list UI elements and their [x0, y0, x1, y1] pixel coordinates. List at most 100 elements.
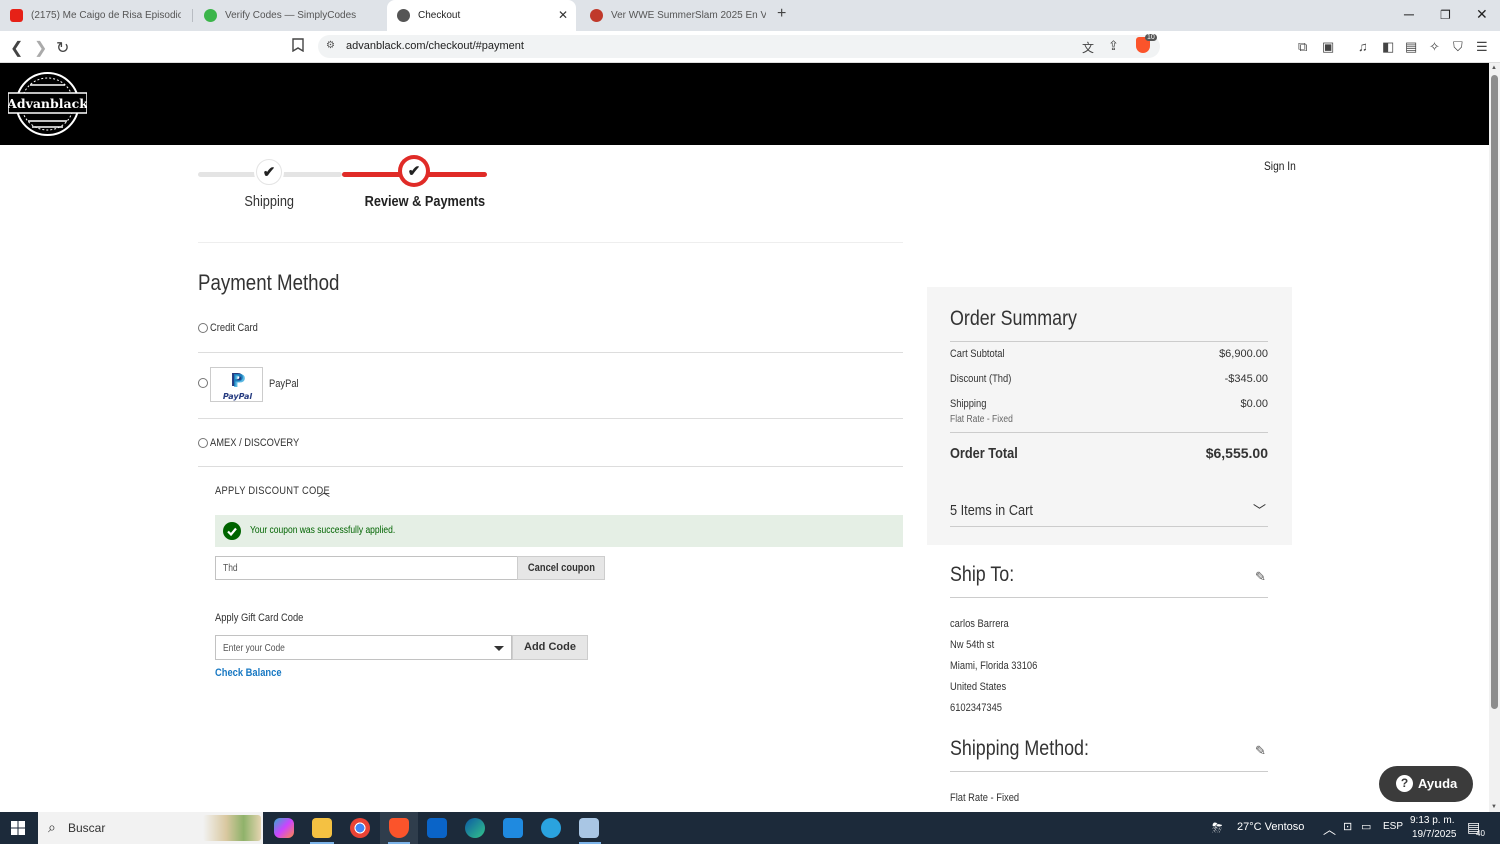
step-shipping-circle: ✔ — [254, 157, 284, 187]
sign-in-link[interactable]: Sign In — [1264, 159, 1296, 173]
windows-taskbar: ⌕ Buscar ⛈ 27°C Ventoso ︿ ⊡ ▭ ESP 9:13 p… — [0, 812, 1500, 844]
minimize-icon[interactable]: ─ — [1404, 6, 1414, 22]
paypal-logo: P P PayPal — [210, 367, 263, 402]
copilot-icon[interactable] — [274, 818, 294, 838]
scroll-down-icon[interactable]: ▼ — [1491, 804, 1497, 810]
tab-checkout[interactable]: Checkout ✕ — [387, 0, 576, 31]
tab-wwe[interactable]: Ver WWE SummerSlam 2025 En Vivo — [580, 0, 770, 31]
site-settings-icon[interactable]: ⚙ — [326, 40, 335, 51]
file-explorer-icon[interactable] — [312, 818, 332, 838]
order-total-label: Order Total — [950, 445, 1018, 462]
divider — [950, 341, 1268, 342]
vpn-icon[interactable]: ⛉ — [1453, 39, 1463, 55]
search-highlight-image — [203, 815, 261, 841]
apply-discount-toggle[interactable]: APPLY DISCOUNT CODE ︿ — [215, 485, 350, 499]
order-summary-title: Order Summary — [950, 307, 1077, 330]
tab-simplycodes[interactable]: Verify Codes — SimplyCodes — [194, 0, 384, 31]
page-scrollbar[interactable]: ▲ ▼ — [1489, 63, 1500, 812]
telegram-icon[interactable] — [541, 818, 561, 838]
translate-icon[interactable]: 文 — [1082, 39, 1094, 56]
add-code-button[interactable]: Add Code — [512, 635, 588, 660]
store-icon[interactable] — [503, 818, 523, 838]
divider — [198, 352, 903, 353]
add-code-label: Add Code — [524, 641, 576, 653]
amex-radio[interactable] — [198, 438, 208, 448]
chevron-up-icon: ︿ — [318, 485, 331, 499]
new-tab-icon[interactable]: + — [777, 5, 786, 23]
cancel-coupon-button[interactable]: Cancel coupon — [517, 556, 605, 580]
network-icon[interactable]: ⊡ — [1343, 820, 1352, 833]
brave-icon[interactable] — [389, 818, 409, 838]
items-in-cart-toggle[interactable]: 5 Items in Cart ﹀ — [950, 500, 1268, 526]
forward-icon[interactable]: ❯ — [34, 38, 47, 58]
weather-text[interactable]: 27°C Ventoso — [1237, 821, 1304, 833]
ship-to-title: Ship To: — [950, 563, 1015, 586]
address-bar-row: ❮ ❯ ↻ ⚙ advanblack.com/checkout/#payment… — [0, 31, 1500, 63]
browser-tab-strip: (2175) Me Caigo de Risa Episodio 3 Te Ve… — [0, 0, 1500, 31]
divider — [198, 418, 903, 419]
paypal-radio[interactable] — [198, 378, 208, 388]
outlook-icon[interactable] — [427, 818, 447, 838]
url-text[interactable]: advanblack.com/checkout/#payment — [346, 40, 524, 52]
youtube-icon — [10, 9, 23, 22]
window-close-icon[interactable]: ✕ — [1476, 6, 1488, 23]
help-button[interactable]: ? Ayuda — [1379, 766, 1473, 802]
gift-card-code-input[interactable]: Enter your Code — [215, 635, 512, 660]
windows-start-icon[interactable] — [11, 821, 25, 835]
scrollbar-thumb[interactable] — [1491, 75, 1498, 709]
sidebar-icon[interactable]: ◧ — [1382, 39, 1394, 55]
notes-app-icon[interactable] — [579, 818, 599, 838]
paypal-label[interactable]: PayPal — [269, 378, 299, 390]
menu-icon[interactable]: ☰ — [1476, 39, 1488, 55]
checkmark-icon: ✔ — [402, 159, 426, 183]
reload-icon[interactable]: ↻ — [56, 38, 69, 58]
back-icon[interactable]: ❮ — [10, 38, 23, 58]
edit-pencil-icon[interactable]: ✎ — [1255, 569, 1266, 585]
chevron-down-icon: ﹀ — [1252, 503, 1266, 518]
share-icon[interactable]: ⇪ — [1108, 38, 1119, 54]
display-icon[interactable]: ▭ — [1361, 820, 1371, 833]
edit-pencil-icon[interactable]: ✎ — [1255, 743, 1266, 759]
shipping-value: $0.00 — [1240, 398, 1268, 410]
chrome-icon[interactable] — [350, 818, 370, 838]
screenshot-icon[interactable]: ▣ — [1322, 39, 1334, 55]
bookmark-icon[interactable] — [292, 38, 304, 55]
credit-card-radio[interactable] — [198, 323, 208, 333]
step-label-shipping[interactable]: Shipping — [244, 193, 294, 210]
wallet-icon[interactable]: ▤ — [1405, 39, 1417, 55]
language-indicator[interactable]: ESP — [1383, 821, 1403, 832]
clock-time[interactable]: 9:13 p. m. — [1410, 815, 1454, 826]
clock-date[interactable]: 19/7/2025 — [1412, 829, 1457, 840]
svg-text:Advanblack: Advanblack — [8, 96, 87, 111]
step-review-circle: ✔ — [398, 155, 430, 187]
site-icon — [397, 9, 410, 22]
close-tab-icon[interactable]: ✕ — [558, 8, 568, 22]
gift-card-placeholder: Enter your Code — [223, 643, 285, 654]
ship-to-name: carlos Barrera — [950, 618, 1009, 630]
success-text: Your coupon was successfully applied. — [250, 525, 396, 536]
simplycodes-icon — [204, 9, 217, 22]
taskbar-search[interactable]: ⌕ Buscar — [38, 812, 263, 844]
ship-to-country: United States — [950, 681, 1007, 693]
tab-youtube[interactable]: (2175) Me Caigo de Risa Episodio 3 Te — [0, 0, 190, 31]
extensions-icon[interactable]: ⧉ — [1298, 39, 1307, 55]
credit-card-label[interactable]: Credit Card — [210, 322, 258, 334]
music-icon[interactable]: ♫ — [1358, 39, 1368, 54]
dropdown-caret-icon[interactable] — [494, 646, 504, 651]
site-header: Advanblack — [0, 63, 1489, 145]
check-balance-link[interactable]: Check Balance — [215, 667, 282, 679]
ship-to-phone[interactable]: 6102347345 — [950, 702, 1002, 714]
wwe-icon — [590, 9, 603, 22]
chevron-up-icon[interactable]: ︿ — [1323, 819, 1336, 838]
url-bar[interactable]: ⚙ advanblack.com/checkout/#payment 文 ⇪ 1… — [318, 34, 1160, 58]
amex-label[interactable]: AMEX / DISCOVERY — [210, 437, 299, 449]
discount-code-input[interactable]: Thd — [215, 556, 518, 580]
leo-ai-icon[interactable]: ✧ — [1429, 39, 1440, 55]
weather-icon[interactable]: ⛈ — [1212, 820, 1222, 836]
restore-icon[interactable]: ❐ — [1440, 8, 1451, 22]
advanblack-logo[interactable]: Advanblack — [8, 71, 87, 137]
scroll-up-icon[interactable]: ▲ — [1491, 65, 1497, 71]
edge-icon[interactable] — [465, 818, 485, 838]
divider — [950, 771, 1268, 772]
check-circle-icon — [223, 522, 241, 540]
